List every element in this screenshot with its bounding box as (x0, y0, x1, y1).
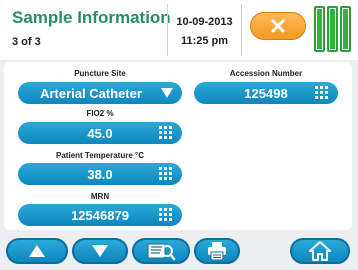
scan-barcode-icon (147, 243, 176, 261)
home-button[interactable] (290, 238, 350, 264)
patient-temperature-label: Patient Temperature °C (56, 151, 144, 160)
puncture-site-label: Puncture Site (74, 69, 126, 78)
patient-temperature-field[interactable]: 38.0 (18, 163, 182, 185)
status-bar (314, 6, 325, 52)
print-button[interactable] (194, 238, 240, 264)
mrn-field[interactable]: 12546879 (18, 204, 182, 226)
fio2-label: FIO2 % (86, 109, 114, 118)
status-bar (327, 6, 338, 52)
puncture-site-select[interactable]: Arterial Catheter (18, 82, 182, 104)
patient-temperature-value: 38.0 (87, 166, 113, 182)
accession-number-value: 125498 (244, 85, 288, 101)
printer-icon (208, 242, 226, 261)
arrow-down-icon (92, 245, 108, 257)
header: Sample Information 3 of 3 10-09-2013 11:… (0, 0, 358, 60)
keypad-grid-icon (159, 167, 172, 180)
datetime-display: 10-09-2013 11:25 pm (167, 4, 242, 56)
keypad-grid-icon (315, 86, 328, 99)
triangle-down-icon (161, 88, 173, 98)
date-text: 10-09-2013 (176, 16, 233, 28)
page-title: Sample Information (12, 8, 171, 27)
keypad-grid-icon (159, 126, 172, 139)
accession-number-label: Accession Number (229, 69, 303, 78)
scroll-up-button[interactable] (6, 238, 68, 264)
puncture-site-value: Arterial Catheter (40, 85, 142, 101)
page-counter: 3 of 3 (12, 36, 41, 48)
close-x-icon (271, 19, 285, 33)
mrn-label: MRN (90, 192, 110, 201)
scroll-down-button[interactable] (72, 238, 128, 264)
keypad-grid-icon (159, 208, 172, 221)
status-bar (340, 6, 351, 52)
sample-form-panel: Puncture Site Arterial Catheter Accessio… (4, 62, 352, 230)
home-icon (309, 241, 331, 261)
time-text: 11:25 pm (180, 35, 229, 47)
fio2-field[interactable]: 45.0 (18, 122, 182, 144)
bottom-toolbar (0, 233, 358, 270)
accession-number-field[interactable]: 125498 (194, 82, 338, 104)
fio2-value: 45.0 (87, 125, 113, 141)
mrn-value: 12546879 (71, 207, 129, 223)
scan-button[interactable] (132, 238, 190, 264)
cancel-button[interactable] (250, 12, 306, 40)
arrow-up-icon (29, 245, 45, 257)
